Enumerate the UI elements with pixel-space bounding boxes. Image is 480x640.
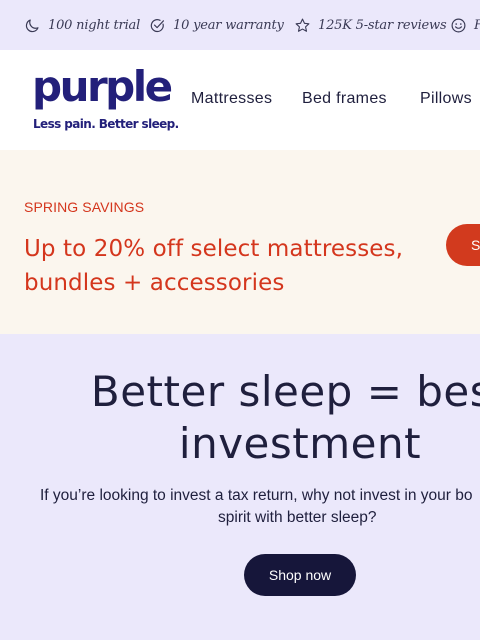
promo-shop-button[interactable]: S xyxy=(446,224,480,266)
perk-label: F xyxy=(474,18,480,33)
promo-headline: Up to 20% off select mattresses, bundles… xyxy=(24,236,404,296)
hero-subtitle-line-1: If you’re looking to invest a tax return… xyxy=(40,487,473,504)
nav-bed-frames[interactable]: Bed frames xyxy=(302,90,387,108)
hero-title-line-2: investment xyxy=(178,419,422,468)
perk-label: 10 year warranty xyxy=(173,17,284,33)
hero-subtitle-line-2: spirit with better sleep? xyxy=(218,509,377,526)
logo-wordmark: purple xyxy=(32,62,173,111)
moon-icon xyxy=(25,18,39,32)
perk-label: 125K 5-star reviews xyxy=(318,17,447,33)
purple-logo[interactable]: purple Less pain. Better sleep. xyxy=(32,62,179,136)
hero-section: Better sleep = best investment If you’re… xyxy=(0,334,480,640)
perk-reviews: 125K 5-star reviews xyxy=(294,0,447,50)
nav-mattresses[interactable]: Mattresses xyxy=(191,90,272,108)
perk-label: 100 night trial xyxy=(48,17,141,33)
perk-warranty: 10 year warranty xyxy=(149,0,284,50)
site-header: purple Less pain. Better sleep. Mattress… xyxy=(0,50,480,150)
check-circle-icon xyxy=(150,18,165,32)
shop-now-button[interactable]: Shop now xyxy=(244,554,356,596)
hero-title-line-1: Better sleep = best xyxy=(90,367,480,416)
perks-bar: 100 night trial 10 year warranty 125K 5-… xyxy=(0,0,480,50)
nav-pillows[interactable]: Pillows xyxy=(420,90,472,108)
logo-tagline: Less pain. Better sleep. xyxy=(33,117,179,131)
star-icon xyxy=(295,18,310,32)
promo-banner: SPRING SAVINGS Up to 20% off select matt… xyxy=(0,150,480,334)
hero-title: Better sleep = best investment xyxy=(60,366,480,470)
smile-icon xyxy=(451,18,466,32)
promo-eyebrow: SPRING SAVINGS xyxy=(24,199,145,215)
perk-trial: 100 night trial xyxy=(24,0,140,50)
perk-partial: F xyxy=(450,0,480,50)
hero-subtitle: If you’re looking to invest a tax return… xyxy=(0,485,480,526)
